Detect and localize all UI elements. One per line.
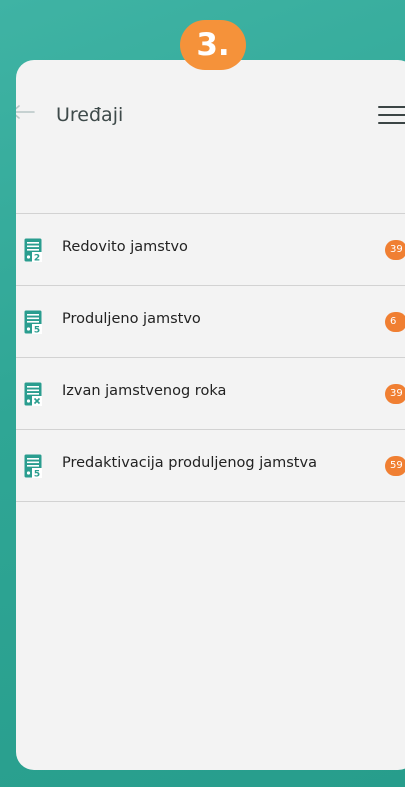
count-badge: 39 [385,384,405,404]
list-item[interactable]: 2 Redovito jamstvo 39 [16,214,405,286]
step-number-badge: 3. [180,20,246,70]
count-badge: 6 [385,312,405,332]
svg-text:5: 5 [34,326,40,335]
document-x-icon [24,382,42,406]
document-5-icon: 5 [24,310,42,334]
document-5-icon: 5 [24,454,42,478]
item-label: Redovito jamstvo [62,239,188,255]
item-label: Predaktivacija produljenog jamstva [62,455,317,471]
svg-text:5: 5 [34,470,40,479]
list-item[interactable]: Izvan jamstvenog roka 39 [16,358,405,430]
count-badge: 39 [385,240,405,260]
page-title: Uređaji [56,104,124,126]
item-label: Produljeno jamstvo [62,311,201,327]
document-2-icon: 2 [24,238,42,262]
list-item[interactable]: 5 Produljeno jamstvo 6 [16,286,405,358]
arrow-left-icon[interactable] [16,104,36,120]
item-label: Izvan jamstvenog roka [62,383,227,399]
count-badge: 59 [385,456,405,476]
warranty-category-list: 2 Redovito jamstvo 39 5 Produljeno jamst… [16,213,405,502]
hamburger-menu-icon[interactable] [378,106,405,126]
app-header: Uređaji [16,60,405,160]
svg-text:2: 2 [34,254,40,263]
device-screen-card: Uređaji 2 Redovito jamstvo 39 5 Produlje… [16,60,405,770]
list-item[interactable]: 5 Predaktivacija produljenog jamstva 59 [16,430,405,502]
